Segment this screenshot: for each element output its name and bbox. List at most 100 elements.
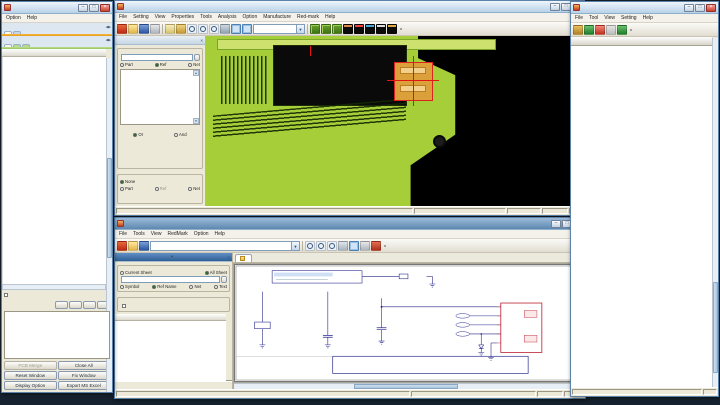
explorer-table-body[interactable]: [115, 321, 226, 381]
print-icon[interactable]: [360, 240, 370, 251]
reset-window-button[interactable]: Reset Window: [4, 371, 57, 380]
search-button[interactable]: [221, 276, 227, 283]
layer-preset-icon[interactable]: [321, 23, 331, 34]
layer-preset-icon[interactable]: [387, 23, 397, 34]
prev-page-button[interactable]: [55, 300, 68, 309]
edit-icon[interactable]: [176, 23, 186, 34]
radio-all-sheet[interactable]: All Sheet: [204, 270, 227, 275]
menu-item-properties[interactable]: Properties: [171, 14, 194, 20]
zoom-out-icon[interactable]: [316, 240, 326, 251]
layer-view-icon[interactable]: [231, 23, 241, 34]
radio-or[interactable]: Or: [133, 132, 143, 137]
crossprobe-titlebar[interactable]: [2, 2, 112, 14]
bom-vertical-scrollbar[interactable]: [712, 38, 718, 387]
search-input[interactable]: [121, 276, 220, 283]
pcb-explorer-header[interactable]: ×: [115, 36, 205, 45]
explorer-table-header[interactable]: [115, 314, 226, 321]
open-icon[interactable]: [128, 240, 138, 251]
menu-item-redmark[interactable]: RedMark: [168, 231, 188, 237]
menu-item-analysis[interactable]: Analysis: [218, 14, 237, 20]
crossprobe-primary-tabs[interactable]: ◀▶: [2, 23, 112, 34]
logic-titlebar[interactable]: [115, 218, 585, 230]
export-excel-icon[interactable]: [584, 24, 594, 35]
zoom-window-icon[interactable]: [327, 240, 337, 251]
layer-preset-icon[interactable]: [310, 23, 320, 34]
crossprobe-table-body[interactable]: [2, 57, 106, 284]
next-page-button[interactable]: [69, 300, 82, 309]
tab-result[interactable]: [13, 31, 21, 34]
pcb-merge-button[interactable]: PCB Merge: [4, 361, 57, 370]
sheet-tab[interactable]: [235, 254, 252, 262]
export-icon[interactable]: [617, 24, 627, 35]
tab-reference[interactable]: [4, 44, 12, 47]
crossprobe-table-header[interactable]: [2, 49, 106, 57]
menu-item-manufacture[interactable]: Manufacture: [263, 14, 291, 20]
logic-op-radios[interactable]: Or And: [120, 132, 200, 137]
type-b-radios[interactable]: Part Ref Net: [120, 186, 200, 191]
maximize-button[interactable]: [89, 3, 99, 12]
zoom-out-icon[interactable]: [198, 23, 208, 34]
menu-item-help[interactable]: Help: [215, 231, 225, 237]
scroll-up-icon[interactable]: ▲: [193, 70, 199, 76]
pcb-menubar[interactable]: File Setting View Properties Tools Analysis Op…: [115, 13, 584, 22]
redmark-icon[interactable]: [371, 240, 381, 251]
search-type-radios[interactable]: Symbol Ref Name Net Text: [120, 284, 227, 289]
menu-item-option[interactable]: Option: [6, 15, 21, 21]
menu-item-setting[interactable]: Setting: [133, 14, 149, 20]
zoom-window-icon[interactable]: [209, 23, 219, 34]
tab-net[interactable]: [13, 44, 21, 47]
pin-panel-icon[interactable]: ▾: [171, 254, 173, 260]
menu-item-option[interactable]: Option: [243, 14, 258, 20]
tab-setting[interactable]: [4, 31, 12, 34]
fit-view-icon[interactable]: [220, 23, 230, 34]
apply-all-checkbox-row[interactable]: [2, 290, 112, 299]
menu-item-setting[interactable]: Setting: [621, 15, 637, 21]
fit-view-icon[interactable]: [338, 240, 348, 251]
bom-table-body[interactable]: [571, 46, 712, 387]
close-panel-icon[interactable]: ×: [200, 38, 203, 43]
radio-ref[interactable]: Ref: [154, 186, 166, 191]
layer-preset-icon[interactable]: [354, 23, 364, 34]
radio-part[interactable]: Part: [120, 62, 133, 67]
menu-item-tools[interactable]: Tools: [133, 231, 145, 237]
minimize-button[interactable]: [551, 219, 561, 228]
menu-item-file[interactable]: File: [575, 15, 583, 21]
close-all-button[interactable]: Close All: [57, 361, 110, 370]
measure-icon[interactable]: [165, 23, 175, 34]
menu-item-help[interactable]: Help: [643, 15, 653, 21]
type-a-radios[interactable]: Part Ref Net: [120, 62, 200, 67]
first-page-button[interactable]: [83, 300, 96, 309]
resize-grip[interactable]: [703, 389, 717, 395]
explorer-toggle-icon[interactable]: [349, 240, 359, 251]
menu-item-help[interactable]: Help: [27, 15, 37, 21]
radio-none[interactable]: None: [120, 179, 135, 184]
sheet-scope-radios[interactable]: Current Sheet All Sheet: [120, 270, 227, 275]
zoom-in-icon[interactable]: [187, 23, 197, 34]
schematic-horizontal-scrollbar[interactable]: [234, 383, 578, 389]
menu-item-view[interactable]: View: [155, 14, 166, 20]
bom-table-header[interactable]: [571, 37, 712, 46]
menu-item-red-mark[interactable]: Red-mark: [297, 14, 319, 20]
board-view-icon[interactable]: [242, 23, 252, 34]
radio-ref[interactable]: Ref: [154, 62, 166, 67]
schematic-canvas[interactable]: [233, 253, 585, 389]
save-icon[interactable]: [139, 23, 149, 34]
radio-text[interactable]: Text: [214, 284, 227, 289]
schematic-sheet[interactable]: [234, 264, 578, 382]
crossprobe-menubar[interactable]: Option Help: [2, 14, 112, 23]
layer-combo[interactable]: ▼: [253, 23, 305, 34]
close-button[interactable]: [706, 3, 716, 12]
crossprobe-secondary-tabs[interactable]: ◀▶: [2, 36, 112, 47]
symbol-properties-checkbox-row[interactable]: [120, 302, 227, 309]
exit-icon[interactable]: [573, 24, 583, 35]
radio-ref-name[interactable]: Ref Name: [152, 284, 177, 289]
menu-item-option[interactable]: Option: [194, 231, 209, 237]
radio-net[interactable]: Net: [188, 186, 200, 191]
display-option-button[interactable]: Display Option: [4, 381, 57, 390]
scroll-down-icon[interactable]: ▼: [193, 118, 199, 124]
logic-menubar[interactable]: File Tools View RedMark Option Help: [115, 230, 585, 239]
minimize-button[interactable]: [684, 3, 694, 12]
fix-window-button[interactable]: Fix Window: [57, 371, 110, 380]
tab-part[interactable]: [22, 44, 30, 47]
pcb-canvas[interactable]: [206, 36, 584, 206]
